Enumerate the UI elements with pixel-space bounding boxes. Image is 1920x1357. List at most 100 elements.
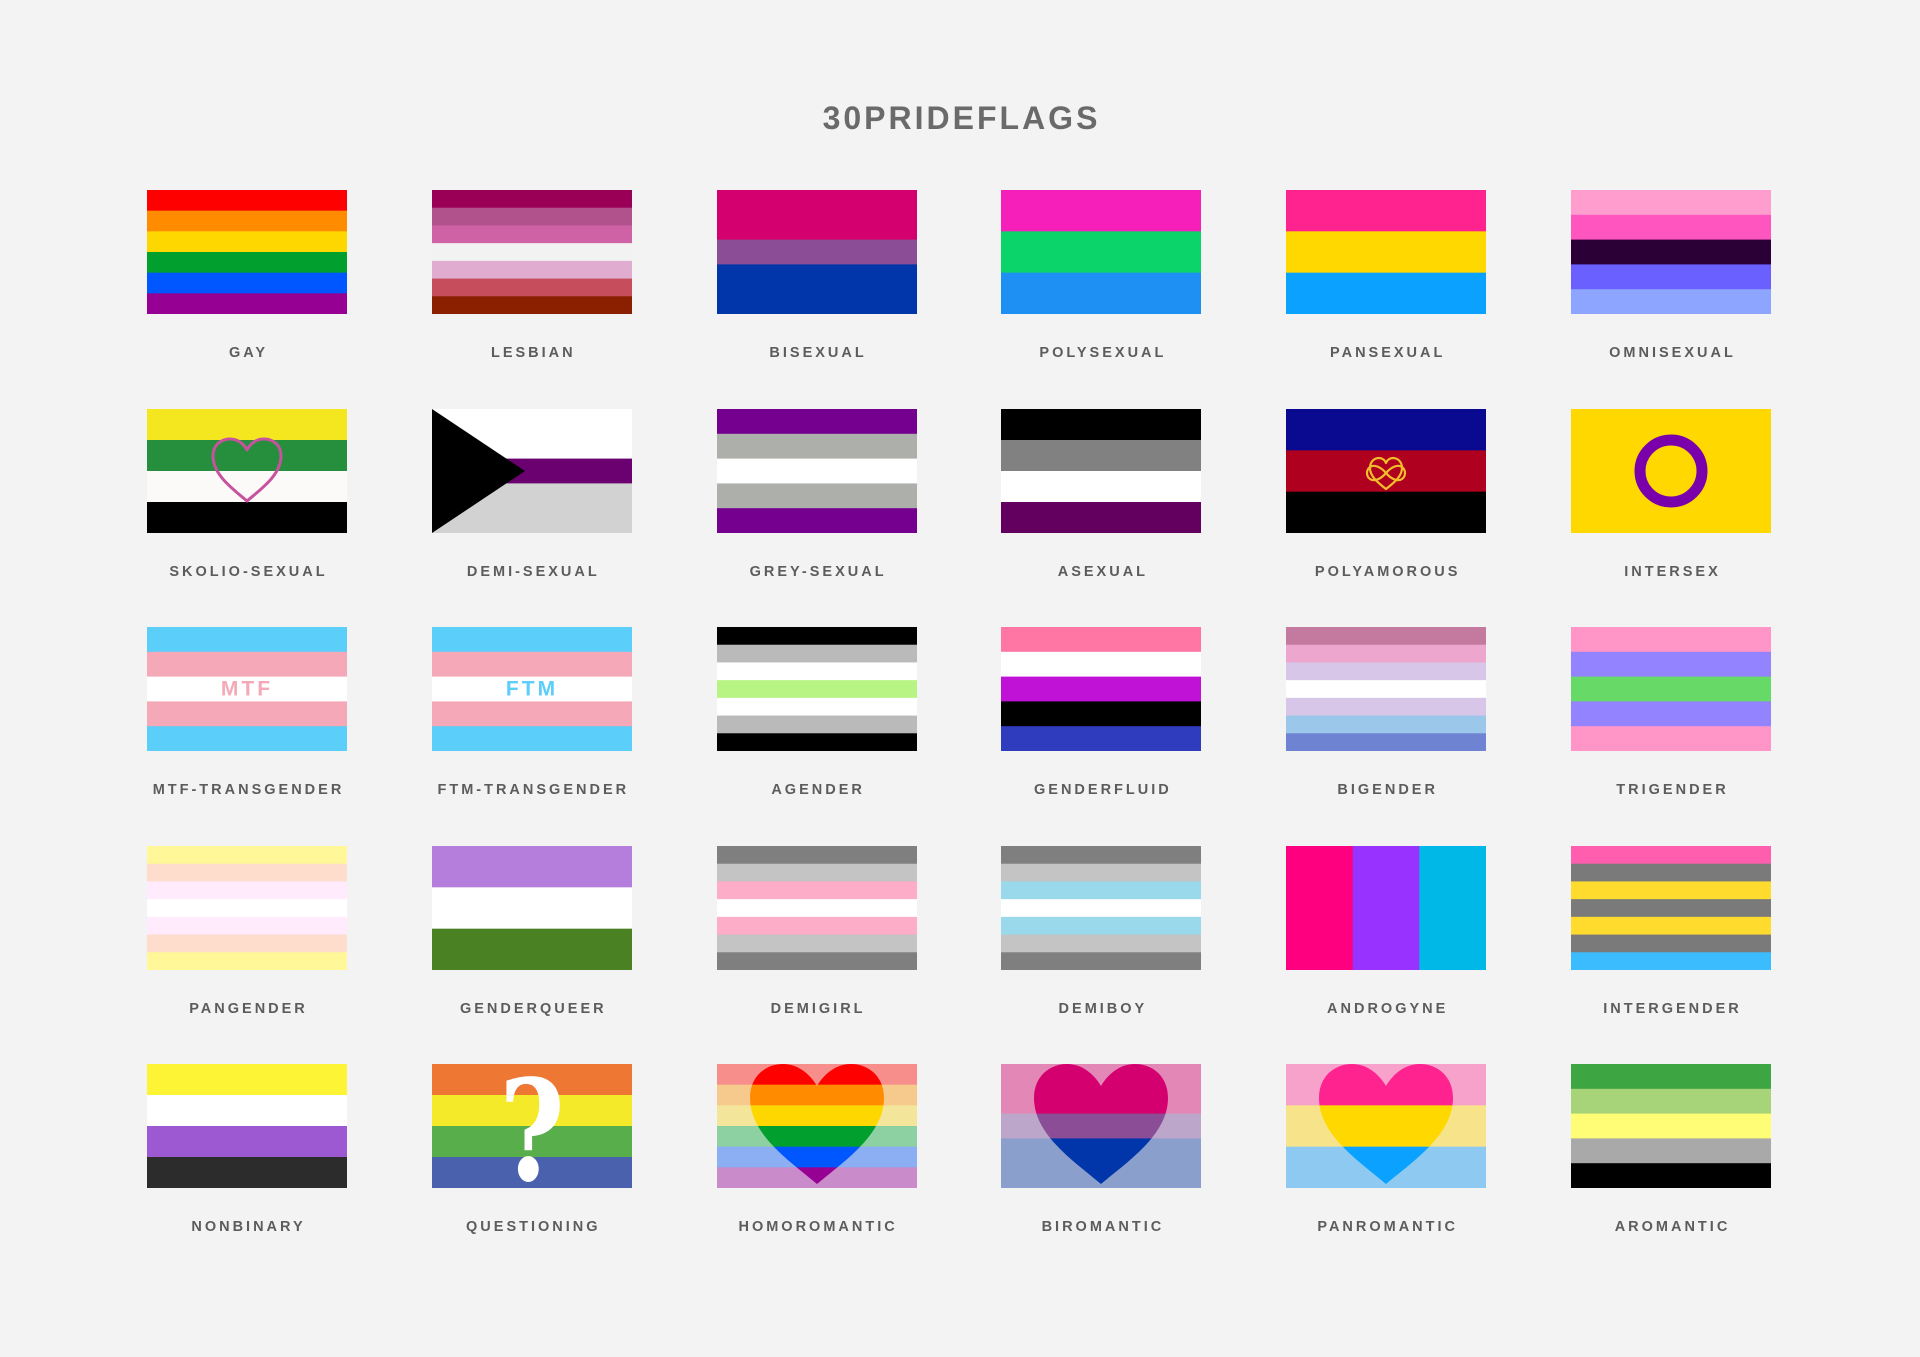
- flag-stripe: [1001, 272, 1202, 314]
- flag-stripe: [431, 225, 632, 244]
- flag-stripe: [1571, 651, 1771, 678]
- flag-bisexual: [716, 190, 917, 314]
- flag-card: POLYAMOROUS: [1286, 408, 1487, 599]
- flag-stripe: [716, 644, 917, 664]
- flag-stripe: [1571, 701, 1771, 727]
- flag-grey-sexual: [716, 408, 917, 533]
- flag-stripe: [1001, 726, 1202, 752]
- flag-stripe: [1001, 701, 1202, 727]
- flag-card: PANGENDER: [147, 845, 347, 1036]
- flag-stripe: [716, 863, 917, 882]
- flag-stripe: [147, 439, 347, 472]
- flag-card: HOMOROMANTIC: [716, 1064, 917, 1254]
- flag-label: ANDROGYNE: [1327, 1000, 1449, 1017]
- flag-card: FTM FTM-TRANSGENDER: [431, 627, 632, 817]
- flag-label: OMNISEXUAL: [1609, 345, 1736, 361]
- flag-stripe: [147, 408, 347, 441]
- flag-stripe: [1571, 1113, 1771, 1140]
- flag-label: POLYSEXUAL: [1039, 345, 1167, 361]
- flag-bigender: [1286, 627, 1487, 752]
- flag-stripe: [147, 627, 347, 653]
- flag-stripe: [1571, 408, 1771, 533]
- flag-label: ASEXUAL: [1057, 563, 1149, 580]
- flag-polyamorous: [1286, 408, 1487, 533]
- flag-stripe: [147, 470, 347, 503]
- flag-label: AGENDER: [771, 782, 865, 799]
- flag-stripe: [147, 701, 347, 727]
- flag-label: BISEXUAL: [769, 345, 867, 361]
- flag-stripe: [147, 231, 347, 253]
- flag-card: ANDROGYNE: [1286, 845, 1487, 1036]
- flag-stripe: [1001, 231, 1202, 274]
- flag-stripe: [147, 934, 347, 953]
- flag-demigirl: [716, 845, 917, 970]
- flag-stripe: [1571, 916, 1771, 935]
- flag-genderfluid: [1001, 627, 1202, 752]
- flag-stripe: [1001, 863, 1202, 882]
- flag-stripe: [147, 1064, 347, 1096]
- flag-pangender: [147, 845, 347, 970]
- flag-stripe: [1286, 449, 1487, 492]
- flag-card: DEMIBOY: [1001, 845, 1202, 1036]
- flag-card: GAY: [147, 190, 347, 380]
- flag-stripe: [1571, 627, 1771, 653]
- flag-stripe: [1286, 715, 1487, 735]
- flag-stripe: [1571, 264, 1771, 290]
- flag-label: NONBINARY: [191, 1219, 306, 1236]
- flag-card: LESBIAN: [431, 190, 632, 380]
- flag-stripe: [1571, 1163, 1771, 1189]
- flag-stripe: [431, 845, 632, 888]
- flag-label: GENDERFLUID: [1034, 782, 1172, 799]
- flag-stripe: [147, 293, 347, 314]
- flag-stripe: [716, 1064, 917, 1086]
- flag-card: ASEXUAL: [1001, 408, 1202, 599]
- flag-stripe: [1001, 190, 1202, 232]
- flag-stripe: [716, 289, 917, 314]
- flag-intergender: [1571, 845, 1771, 970]
- question-mark-icon: ?: [499, 1064, 565, 1188]
- flag-card: MTF MTF-TRANSGENDER: [147, 627, 347, 817]
- flag-stripe: [1001, 845, 1202, 865]
- flag-stripe: [1571, 1138, 1771, 1165]
- flag-stripe: [1571, 214, 1771, 241]
- flag-stripe: [1286, 627, 1487, 646]
- flag-label: INTERGENDER: [1603, 1000, 1742, 1017]
- flag-stripe: [1419, 845, 1487, 970]
- flag-label: POLYAMOROUS: [1314, 563, 1461, 580]
- flag-stripe: [1571, 726, 1771, 752]
- flag-stripe: [147, 190, 347, 212]
- flag-demi-sexual: [431, 408, 632, 533]
- flag-stripe: [1001, 916, 1202, 935]
- flag-stripe: [1286, 662, 1487, 681]
- flag-stripe: [1571, 952, 1771, 970]
- flag-stripe: [431, 726, 632, 752]
- flag-intersex: [1571, 408, 1771, 533]
- flag-stripe: [431, 243, 632, 262]
- flag-stripe: [1571, 190, 1771, 216]
- flag-stripe: [1286, 733, 1487, 752]
- flag-stripe: [716, 190, 917, 216]
- flag-stripe: [716, 680, 917, 699]
- flag-grid: GAY LESBIAN BISEXUAL POLYSEXUAL PANSEXUAL OMN…: [0, 0, 1920, 1357]
- flag-androgyne: [1286, 845, 1487, 970]
- flag-emblem-text: FTM: [506, 678, 558, 701]
- flag-card: SKOLIO-SEXUAL: [147, 408, 347, 599]
- flag-card: GREY-SEXUAL: [716, 408, 917, 599]
- flag-stripe: [147, 863, 347, 882]
- flag-card: ? QUESTIONING: [431, 1064, 632, 1254]
- flag-stripe: [431, 627, 632, 653]
- flag-stripe: [716, 627, 917, 646]
- flag-stripe: [147, 726, 347, 752]
- flag-label: DEMIBOY: [1058, 1000, 1148, 1017]
- flag-stripe: [147, 916, 347, 935]
- flag-stripe: [716, 733, 917, 752]
- flag-stripe: [1571, 1089, 1771, 1115]
- flag-stripe: [1001, 651, 1202, 678]
- flag-label: TRIGENDER: [1616, 782, 1729, 799]
- flag-stripe: [716, 916, 917, 935]
- flag-stripe: [1571, 898, 1771, 918]
- flag-stripe: [431, 278, 632, 297]
- flag-stripe: [147, 881, 347, 900]
- flag-card: BISEXUAL: [716, 190, 917, 380]
- flag-emblem-text: MTF: [221, 678, 273, 701]
